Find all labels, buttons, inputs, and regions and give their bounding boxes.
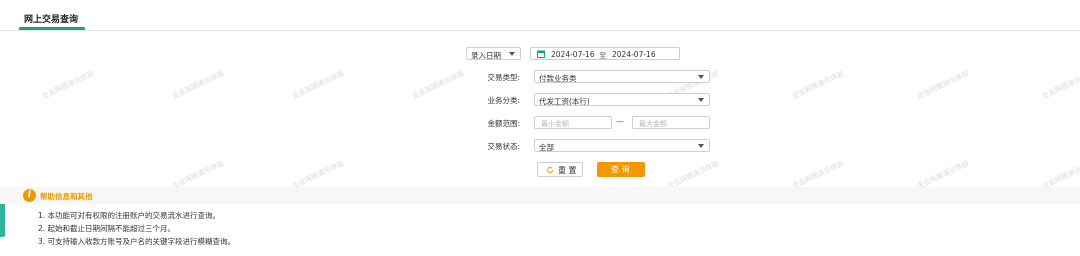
status-label: 交易状态:	[487, 142, 520, 151]
amount-min-placeholder: 最小金额	[541, 120, 569, 128]
query-button[interactable]: 查 询	[597, 162, 645, 177]
watermark: 企业网银演示体验	[915, 69, 971, 101]
tab-bar: 网上交易查询	[0, 0, 1080, 31]
amount-dash: —	[616, 117, 624, 126]
watermark: 企业网银演示体验	[790, 69, 846, 101]
amount-range-label: 金额范围:	[487, 119, 520, 128]
date-type-select[interactable]: 录入日期	[466, 47, 521, 60]
help-note: 1. 本功能可对有权限的注册账户的交易流水进行查询。	[38, 211, 221, 220]
watermark: 企业网银演示体验	[290, 69, 346, 101]
chevron-down-icon	[698, 98, 704, 102]
chevron-down-icon	[509, 52, 515, 56]
amount-max-placeholder: 最大金额	[639, 120, 667, 128]
trans-type-label: 交易类型:	[487, 73, 520, 82]
trans-type-select[interactable]: 付款业务类	[534, 70, 710, 83]
status-select[interactable]: 全部	[534, 139, 710, 152]
chevron-down-icon	[698, 75, 704, 79]
reset-label: 重 置	[558, 166, 577, 175]
help-note: 3. 可支持输入收款方账号及户名的关键字段进行模糊查询。	[38, 237, 236, 246]
watermark: 企业网银演示体验	[170, 69, 226, 101]
watermark: 企业网银演示体验	[1040, 69, 1080, 101]
amount-max-input[interactable]: 最大金额	[632, 116, 710, 129]
watermark: 企业网银演示体验	[40, 69, 96, 101]
date-range-picker[interactable]: 2024-07-16 至 2024-07-16	[530, 47, 680, 60]
active-tab-indicator	[19, 27, 85, 30]
status-value: 全部	[539, 143, 554, 152]
date-end: 2024-07-16	[612, 50, 656, 59]
reset-button[interactable]: 重 置	[537, 162, 583, 177]
amount-min-input[interactable]: 最小金额	[534, 116, 612, 129]
help-title: 帮助信息和其他	[40, 192, 93, 201]
info-icon: i	[23, 189, 36, 202]
calendar-icon	[537, 50, 545, 58]
help-header	[0, 187, 1080, 204]
biz-category-label: 业务分类:	[487, 96, 520, 105]
watermark: 企业网银演示体验	[410, 69, 466, 101]
refresh-icon	[547, 166, 553, 173]
tab-online-trade-query[interactable]: 网上交易查询	[24, 12, 78, 25]
help-note: 2. 起始和截止日期间隔不能超过三个月。	[38, 224, 176, 233]
biz-category-value: 代发工资(本行)	[539, 97, 590, 106]
trans-type-value: 付款业务类	[539, 74, 577, 83]
biz-category-select[interactable]: 代发工资(本行)	[534, 93, 710, 106]
date-separator: 至	[599, 51, 607, 60]
query-label: 查 询	[611, 165, 630, 174]
date-start: 2024-07-16	[551, 50, 595, 59]
date-type-value: 录入日期	[471, 51, 501, 60]
chevron-down-icon	[698, 144, 704, 148]
